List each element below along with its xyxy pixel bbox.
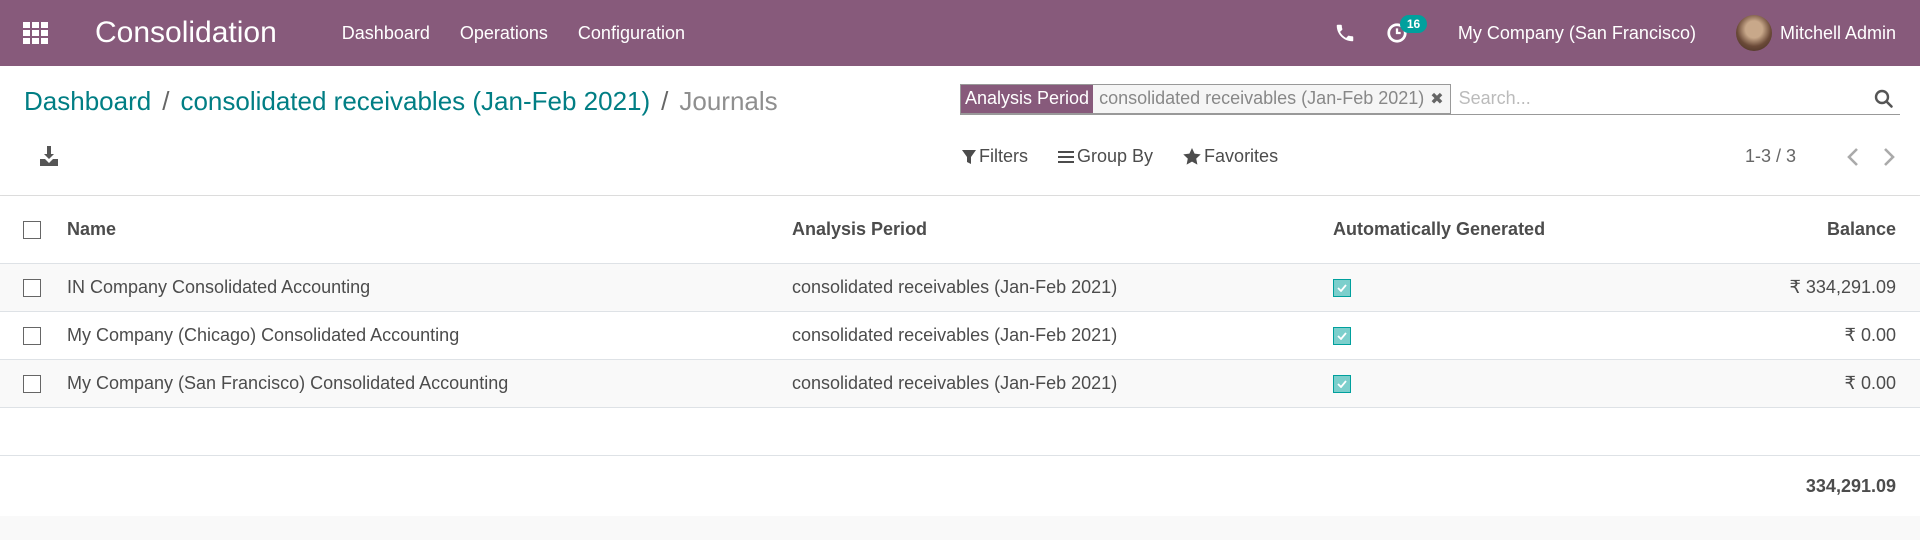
row-checkbox[interactable] xyxy=(23,278,41,297)
check-icon xyxy=(1337,331,1347,340)
group-by-label: Group By xyxy=(1077,146,1154,166)
row-period: consolidated receivables (Jan-Feb 2021) xyxy=(792,373,1118,393)
row-name: IN Company Consolidated Accounting xyxy=(67,277,371,297)
table-header: Name Analysis Period Automatically Gener… xyxy=(0,196,1920,264)
auto-generated-checkbox xyxy=(1333,326,1351,345)
column-header-period[interactable]: Analysis Period xyxy=(792,219,927,240)
table-footer: 334,291.09 xyxy=(0,456,1920,517)
activity-button[interactable]: 16 xyxy=(1386,15,1428,44)
breadcrumb-current: Journals xyxy=(679,86,778,116)
column-header-name[interactable]: Name xyxy=(67,219,116,240)
column-header-auto[interactable]: Automatically Generated xyxy=(1333,219,1545,240)
row-checkbox[interactable] xyxy=(23,374,41,393)
row-balance: ₹ 334,291.09 xyxy=(1789,277,1896,297)
column-header-balance[interactable]: Balance xyxy=(1827,219,1896,240)
close-icon[interactable]: ✖ xyxy=(1430,89,1443,109)
empty-row xyxy=(0,408,1920,456)
group-by-button[interactable]: Group By xyxy=(1058,146,1153,167)
row-balance: ₹ 0.00 xyxy=(1844,325,1897,345)
auto-generated-checkbox xyxy=(1333,374,1351,393)
row-period: consolidated receivables (Jan-Feb 2021) xyxy=(792,277,1118,297)
check-icon xyxy=(1337,283,1347,292)
row-name: My Company (San Francisco) Consolidated … xyxy=(67,373,509,393)
table-row[interactable]: IN Company Consolidated Accounting conso… xyxy=(0,264,1920,312)
control-panel: Dashboard / consolidated receivables (Ja… xyxy=(0,66,1920,196)
breadcrumb-separator: / xyxy=(162,86,170,116)
facet-value-text: consolidated receivables (Jan-Feb 2021) xyxy=(1099,88,1425,108)
chevron-left-icon[interactable] xyxy=(1846,147,1860,167)
row-period: consolidated receivables (Jan-Feb 2021) xyxy=(792,325,1118,345)
table-row[interactable]: My Company (Chicago) Consolidated Accoun… xyxy=(0,312,1920,360)
filters-button[interactable]: Filters xyxy=(962,146,1028,167)
download-icon[interactable] xyxy=(40,146,58,166)
search-facet: Analysis Period consolidated receivables… xyxy=(960,83,1451,114)
auto-generated-checkbox xyxy=(1333,278,1351,297)
journals-list: Name Analysis Period Automatically Gener… xyxy=(0,196,1920,516)
search-icon[interactable] xyxy=(1874,89,1894,109)
row-name: My Company (Chicago) Consolidated Accoun… xyxy=(67,325,460,345)
activity-count-badge: 16 xyxy=(1399,15,1428,33)
company-switcher[interactable]: My Company (San Francisco) xyxy=(1458,23,1696,44)
check-icon xyxy=(1337,379,1347,388)
filter-icon xyxy=(962,149,976,164)
navbar-systray: 16 My Company (San Francisco) Mitchell A… xyxy=(1334,0,1920,66)
bars-icon xyxy=(1058,150,1074,163)
favorites-button[interactable]: Favorites xyxy=(1183,146,1278,167)
menu-configuration[interactable]: Configuration xyxy=(578,23,685,44)
favorites-label: Favorites xyxy=(1204,146,1279,166)
phone-icon[interactable] xyxy=(1334,22,1356,44)
star-icon xyxy=(1183,148,1201,165)
chevron-right-icon[interactable] xyxy=(1882,147,1896,167)
menu-operations[interactable]: Operations xyxy=(460,23,548,44)
top-navbar: Consolidation Dashboard Operations Confi… xyxy=(0,0,1920,66)
filters-label: Filters xyxy=(979,146,1028,166)
facet-label: Analysis Period xyxy=(961,84,1094,113)
row-checkbox[interactable] xyxy=(23,326,41,345)
search-options: Filters Group By Favorites xyxy=(962,146,1308,167)
pager-value[interactable]: 1-3 / 3 xyxy=(1745,146,1796,167)
search-bar: Analysis Period consolidated receivables… xyxy=(960,83,1900,115)
menu-dashboard[interactable]: Dashboard xyxy=(342,23,430,44)
user-menu[interactable]: Mitchell Admin xyxy=(1780,23,1896,44)
breadcrumb: Dashboard / consolidated receivables (Ja… xyxy=(24,86,778,117)
search-input[interactable] xyxy=(1450,88,1874,109)
facet-value: consolidated receivables (Jan-Feb 2021) … xyxy=(1093,84,1450,113)
total-balance: 334,291.09 xyxy=(1805,476,1896,496)
breadcrumb-separator: / xyxy=(661,86,669,116)
table-row[interactable]: My Company (San Francisco) Consolidated … xyxy=(0,360,1920,408)
user-avatar[interactable] xyxy=(1735,15,1772,51)
pager: 1-3 / 3 xyxy=(1745,146,1896,167)
select-all-checkbox[interactable] xyxy=(23,220,41,239)
breadcrumb-dashboard[interactable]: Dashboard xyxy=(24,86,151,117)
app-grid-icon[interactable] xyxy=(23,22,51,44)
breadcrumb-analysis-period[interactable]: consolidated receivables (Jan-Feb 2021) xyxy=(180,86,650,117)
row-balance: ₹ 0.00 xyxy=(1844,373,1897,393)
app-title[interactable]: Consolidation xyxy=(95,16,277,50)
